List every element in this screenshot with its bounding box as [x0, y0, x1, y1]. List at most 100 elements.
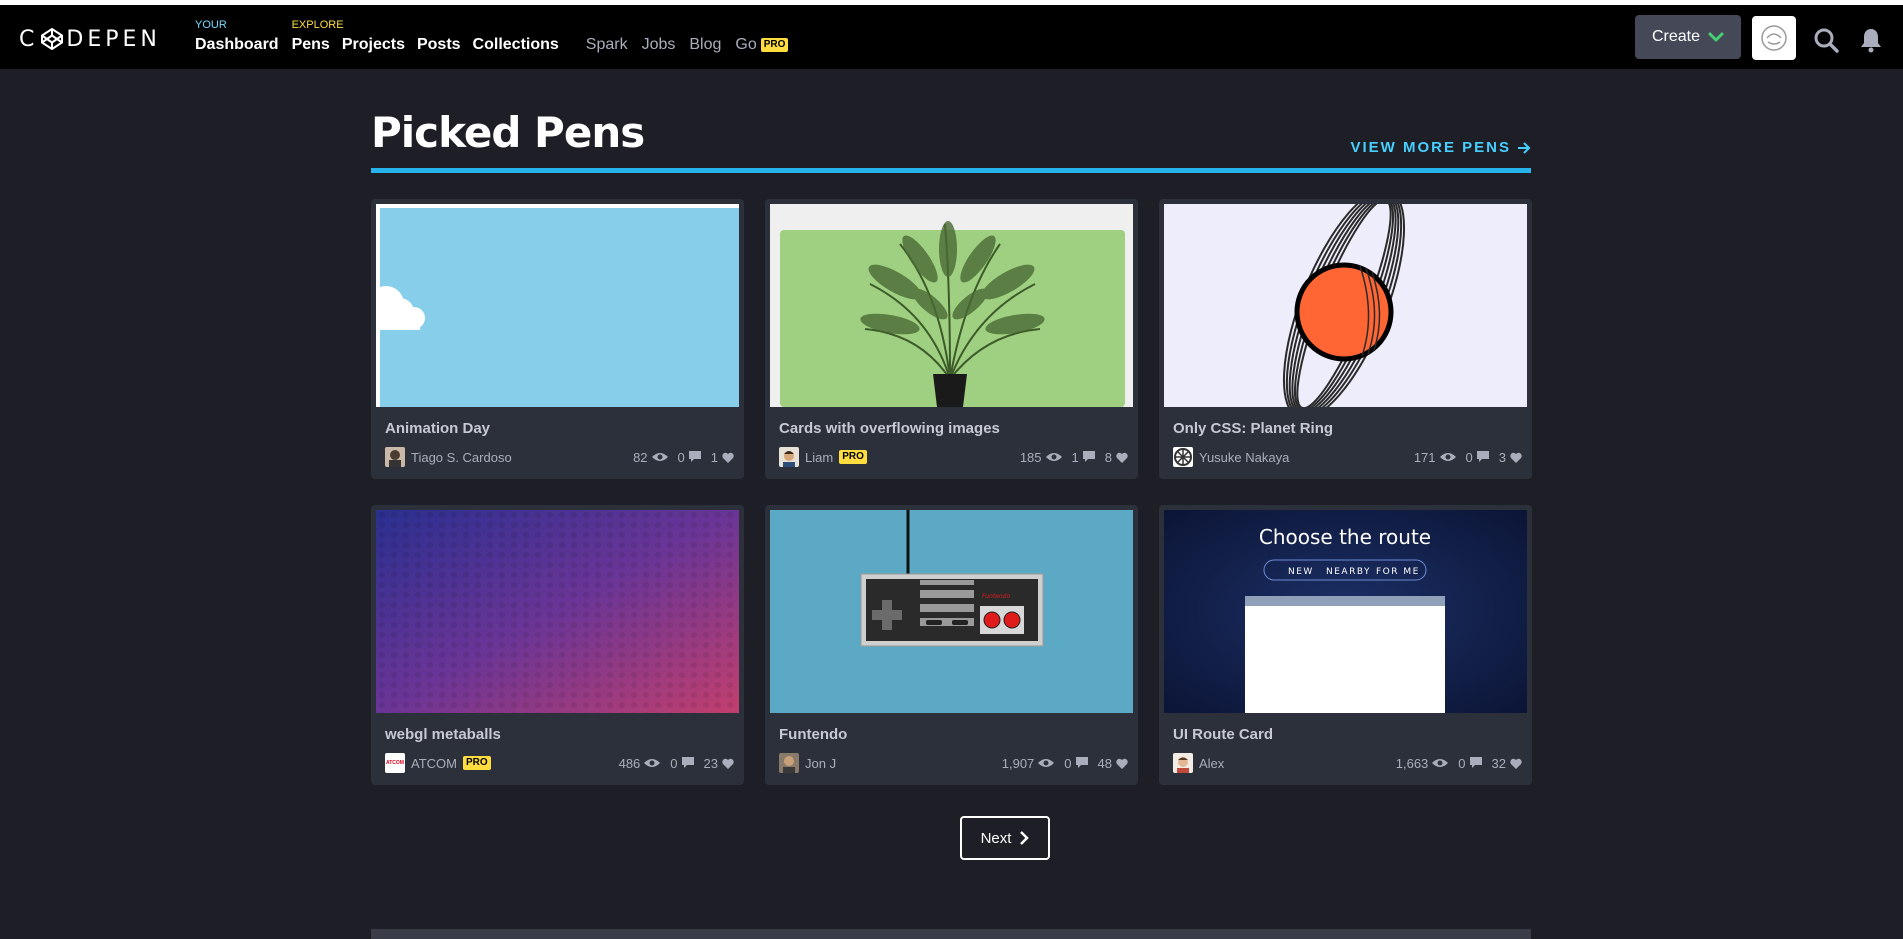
chevron-down-icon	[1708, 32, 1724, 42]
pen-stats: 82 0 1	[633, 450, 734, 465]
pen-author[interactable]: Alex	[1173, 753, 1224, 773]
comments-stat[interactable]: 0	[1466, 450, 1489, 465]
nav-jobs[interactable]: Jobs	[642, 35, 676, 55]
pen-stats: 1,663 0 32	[1396, 756, 1522, 771]
comments-count: 0	[1064, 755, 1072, 771]
comments-stat[interactable]: 0	[670, 755, 694, 771]
pen-preview[interactable]: Choose the route NEW NEARBY FOR ME	[1164, 510, 1527, 713]
comment-icon	[1469, 757, 1482, 768]
pen-title[interactable]: webgl metaballs	[385, 726, 501, 743]
comments-count: 0	[1458, 755, 1466, 771]
search-icon[interactable]	[1813, 27, 1839, 53]
nav-posts[interactable]: Posts	[417, 35, 461, 55]
likes-stat[interactable]: 8	[1105, 450, 1128, 465]
pen-title[interactable]: UI Route Card	[1173, 726, 1273, 743]
author-avatar	[1173, 447, 1193, 467]
route-tab-new[interactable]: NEW	[1288, 567, 1314, 577]
eye-icon	[1045, 453, 1062, 461]
pen-preview[interactable]: Funtendo	[770, 510, 1133, 713]
pen-card[interactable]: Animation Day Tiago S. Cardoso 82 0 1	[371, 199, 744, 479]
view-more-pens-link[interactable]: VIEW MORE PENS	[1350, 139, 1531, 156]
nav-dashboard[interactable]: Dashboard	[195, 35, 279, 55]
views-stat: 185	[1020, 450, 1062, 465]
views-count: 185	[1019, 449, 1042, 465]
arrow-right-icon	[1518, 141, 1531, 154]
pen-card[interactable]: Only CSS: Planet Ring Yusuke Nakaya 171 …	[1159, 199, 1532, 479]
pen-meta: Jon J 1,907 0 48	[779, 753, 1128, 773]
pen-preview[interactable]	[770, 204, 1133, 407]
avatar	[1761, 25, 1787, 51]
comments-stat[interactable]: 0	[678, 450, 701, 465]
nav-spark[interactable]: Spark	[586, 35, 628, 55]
pen-card[interactable]: Choose the route NEW NEARBY FOR ME UI Ro…	[1159, 505, 1532, 785]
route-card-preview: Choose the route NEW NEARBY FOR ME	[1164, 510, 1527, 713]
likes-stat[interactable]: 1	[711, 450, 734, 465]
pen-author[interactable]: Jon J	[779, 753, 836, 773]
nav-explore-label: EXPLORE	[291, 19, 344, 31]
heart-icon	[1116, 452, 1128, 463]
pen-stats: 486 0 23	[619, 756, 734, 771]
likes-stat[interactable]: 23	[704, 756, 734, 771]
pen-preview[interactable]	[376, 510, 739, 713]
nav-pens[interactable]: Pens	[292, 35, 330, 55]
nav-explore-group: EXPLORE Pens Projects Posts Collections	[292, 19, 559, 55]
likes-stat[interactable]: 32	[1492, 756, 1522, 771]
nav-go[interactable]: Go PRO	[735, 35, 789, 55]
likes-stat[interactable]: 48	[1098, 756, 1128, 771]
create-button[interactable]: Create	[1635, 15, 1741, 59]
views-stat: 171	[1414, 450, 1456, 465]
pen-preview[interactable]	[1164, 204, 1527, 407]
pen-author[interactable]: ATCOM ATCOM PRO	[385, 753, 491, 773]
likes-count: 3	[1498, 449, 1506, 465]
pen-title[interactable]: Cards with overflowing images	[779, 420, 1000, 437]
pen-title[interactable]: Animation Day	[385, 420, 490, 437]
views-stat: 1,663	[1396, 756, 1449, 771]
views-stat: 1,907	[1002, 756, 1055, 771]
author-pro-badge: PRO	[462, 756, 491, 770]
pen-title[interactable]: Funtendo	[779, 726, 847, 743]
pens-grid: Animation Day Tiago S. Cardoso 82 0 1 Ca…	[371, 199, 1532, 785]
nav-blog[interactable]: Blog	[689, 35, 721, 55]
pen-meta: Alex 1,663 0 32	[1173, 753, 1522, 773]
pen-author[interactable]: Yusuke Nakaya	[1173, 447, 1289, 467]
user-avatar-button[interactable]	[1752, 16, 1796, 60]
heart-icon	[1510, 452, 1522, 463]
comments-count: 0	[677, 449, 685, 465]
palm-plant-preview	[770, 204, 1133, 407]
eye-icon	[651, 453, 668, 461]
nav-secondary: Spark Jobs Blog Go PRO	[586, 35, 789, 55]
codepen-logo[interactable]: C DEPEN	[19, 26, 161, 52]
nav-your-group: YOUR Dashboard	[195, 19, 279, 55]
nav-projects[interactable]: Projects	[342, 35, 405, 55]
route-tab-for-me[interactable]: FOR ME	[1376, 567, 1420, 577]
funtendo-brand: Funtendo	[982, 593, 1010, 600]
views-count: 1,907	[1001, 755, 1035, 771]
pen-card[interactable]: webgl metaballs ATCOM ATCOM PRO 486 0 23	[371, 505, 744, 785]
likes-stat[interactable]: 3	[1499, 450, 1522, 465]
comments-stat[interactable]: 0	[1064, 755, 1088, 771]
create-button-label: Create	[1651, 28, 1701, 45]
pen-author[interactable]: Liam PRO	[779, 447, 867, 467]
likes-count: 23	[703, 755, 718, 771]
pen-card[interactable]: Cards with overflowing images Liam PRO 1…	[765, 199, 1138, 479]
comments-count: 0	[670, 755, 678, 771]
route-tab-nearby[interactable]: NEARBY	[1326, 567, 1371, 577]
pen-card[interactable]: Funtendo Funtendo Jon J 1,907 0 48	[765, 505, 1138, 785]
pen-preview[interactable]	[376, 204, 739, 407]
nav-collections[interactable]: Collections	[473, 35, 559, 55]
author-avatar: ATCOM	[385, 753, 405, 773]
eye-icon	[644, 759, 661, 767]
author-avatar	[1173, 753, 1193, 773]
pen-meta: ATCOM ATCOM PRO 486 0 23	[385, 753, 734, 773]
pen-author[interactable]: Tiago S. Cardoso	[385, 447, 512, 467]
comments-stat[interactable]: 1	[1072, 450, 1095, 465]
author-name: Tiago S. Cardoso	[411, 449, 512, 465]
next-button-label: Next	[980, 829, 1012, 847]
bell-icon[interactable]	[1858, 27, 1884, 53]
pen-title[interactable]: Only CSS: Planet Ring	[1173, 420, 1333, 437]
next-page-button[interactable]: Next	[960, 816, 1050, 860]
comments-stat[interactable]: 0	[1458, 755, 1482, 771]
author-name: Jon J	[805, 755, 837, 771]
atcom-avatar-text: ATCOM	[386, 760, 404, 766]
author-avatar	[779, 753, 799, 773]
